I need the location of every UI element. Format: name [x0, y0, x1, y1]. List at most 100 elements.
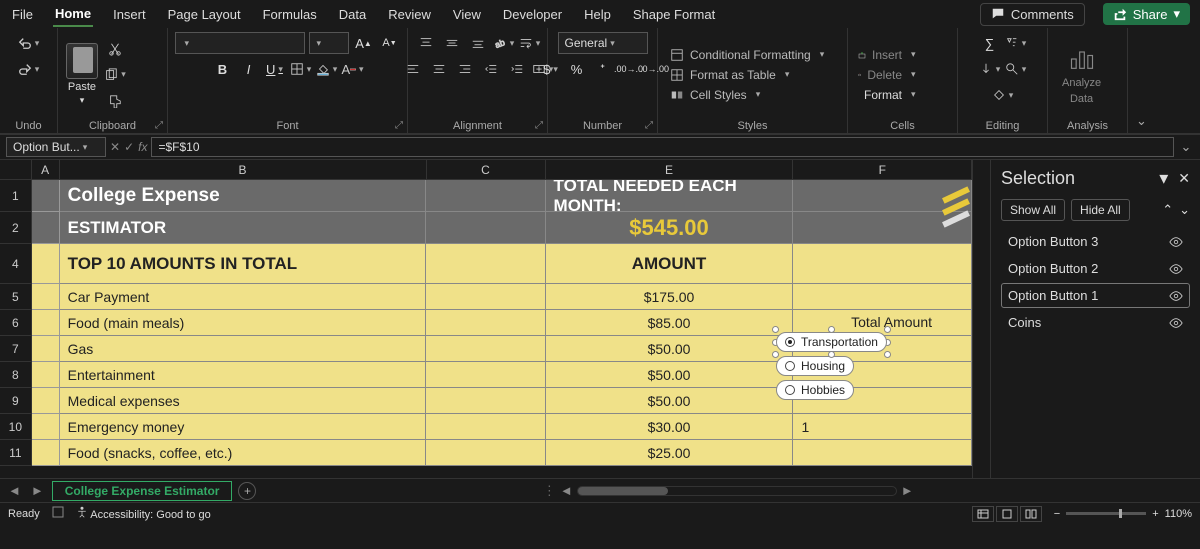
- borders-button[interactable]: [290, 58, 312, 80]
- comments-button[interactable]: Comments: [980, 3, 1085, 26]
- row-header[interactable]: 10: [0, 414, 32, 440]
- decrease-font-button[interactable]: A▼: [379, 32, 401, 54]
- selection-item[interactable]: Option Button 3: [1001, 229, 1190, 254]
- redo-button[interactable]: [18, 58, 40, 80]
- increase-decimal-button[interactable]: .00→.0: [618, 58, 640, 80]
- tab-developer[interactable]: Developer: [501, 3, 564, 26]
- cut-button[interactable]: [104, 38, 126, 60]
- clear-button[interactable]: [992, 84, 1014, 106]
- bring-forward-button[interactable]: ⌃: [1162, 202, 1173, 218]
- increase-indent-button[interactable]: [506, 58, 528, 80]
- col-header-c[interactable]: C: [427, 160, 546, 180]
- close-pane-button[interactable]: ✕: [1178, 170, 1190, 187]
- name-box[interactable]: Option But...: [6, 137, 106, 157]
- row-header[interactable]: 2: [0, 212, 32, 244]
- find-button[interactable]: [1005, 58, 1027, 80]
- selection-item[interactable]: Coins: [1001, 310, 1190, 335]
- zoom-out-button[interactable]: −: [1054, 508, 1060, 520]
- eye-icon[interactable]: [1169, 235, 1183, 249]
- zoom-slider[interactable]: [1066, 512, 1146, 515]
- fill-color-button[interactable]: [316, 58, 338, 80]
- conditional-formatting-button[interactable]: Conditional Formatting: [666, 46, 828, 64]
- underline-button[interactable]: U: [264, 58, 286, 80]
- percent-button[interactable]: %: [566, 58, 588, 80]
- format-cells-button[interactable]: Format: [856, 86, 918, 104]
- insert-cells-button[interactable]: Insert: [856, 46, 918, 64]
- accessibility-status[interactable]: Accessibility: Good to go: [76, 506, 211, 521]
- copy-button[interactable]: [104, 64, 126, 86]
- zoom-in-button[interactable]: +: [1152, 508, 1158, 520]
- align-right-button[interactable]: [454, 58, 476, 80]
- worksheet-grid[interactable]: A B C E F 1 College Expense TOTAL NEEDED…: [0, 160, 972, 478]
- show-all-button[interactable]: Show All: [1001, 199, 1065, 221]
- option-button-1[interactable]: Transportation: [776, 332, 887, 352]
- italic-button[interactable]: I: [238, 58, 260, 80]
- row-header[interactable]: 4: [0, 244, 32, 284]
- orientation-button[interactable]: ab: [493, 32, 515, 54]
- tab-review[interactable]: Review: [386, 3, 433, 26]
- send-backward-button[interactable]: ⌄: [1179, 202, 1190, 218]
- tab-help[interactable]: Help: [582, 3, 613, 26]
- number-format-box[interactable]: General: [558, 32, 648, 54]
- row-header[interactable]: 5: [0, 284, 32, 310]
- eye-icon[interactable]: [1169, 262, 1183, 276]
- next-sheet-button[interactable]: ►: [29, 483, 46, 498]
- comma-button[interactable]: ᐩ: [592, 58, 614, 80]
- share-button[interactable]: Share ▾: [1103, 3, 1190, 25]
- row-header[interactable]: 6: [0, 310, 32, 336]
- tab-data[interactable]: Data: [337, 3, 368, 26]
- eye-icon[interactable]: [1169, 316, 1183, 330]
- tab-home[interactable]: Home: [53, 2, 93, 27]
- select-all-corner[interactable]: [0, 160, 32, 180]
- row-header[interactable]: 8: [0, 362, 32, 388]
- cell-styles-button[interactable]: Cell Styles: [666, 86, 828, 104]
- pane-menu-button[interactable]: ▾: [1159, 168, 1168, 189]
- font-color-button[interactable]: A: [342, 58, 364, 80]
- prev-sheet-button[interactable]: ◄: [6, 483, 23, 498]
- row-header[interactable]: 9: [0, 388, 32, 414]
- decrease-indent-button[interactable]: [480, 58, 502, 80]
- expand-formula-bar-button[interactable]: ⌄: [1178, 139, 1194, 155]
- wrap-text-button[interactable]: [519, 32, 541, 54]
- paste-button[interactable]: Paste ▾: [66, 43, 98, 106]
- selection-item[interactable]: Option Button 2: [1001, 256, 1190, 281]
- tab-shape-format[interactable]: Shape Format: [631, 3, 717, 26]
- accounting-format-button[interactable]: $: [540, 58, 562, 80]
- row-header[interactable]: 11: [0, 440, 32, 466]
- eye-icon[interactable]: [1169, 289, 1183, 303]
- selection-item[interactable]: Option Button 1: [1001, 283, 1190, 308]
- formula-input[interactable]: =$F$10: [151, 137, 1174, 157]
- horizontal-scrollbar[interactable]: [577, 486, 897, 496]
- font-size-box[interactable]: [309, 32, 349, 54]
- page-break-view-button[interactable]: [1020, 506, 1042, 522]
- sort-filter-button[interactable]: [1005, 32, 1027, 54]
- font-name-box[interactable]: [175, 32, 305, 54]
- option-button-3[interactable]: Hobbies: [776, 380, 854, 400]
- hscroll-left[interactable]: ◄: [560, 483, 573, 498]
- tab-page-layout[interactable]: Page Layout: [166, 3, 243, 26]
- tab-view[interactable]: View: [451, 3, 483, 26]
- row-header[interactable]: 1: [0, 180, 32, 212]
- collapse-ribbon-button[interactable]: ⌄: [1128, 109, 1155, 133]
- align-center-button[interactable]: [428, 58, 450, 80]
- tab-insert[interactable]: Insert: [111, 3, 148, 26]
- fill-button[interactable]: [979, 58, 1001, 80]
- format-as-table-button[interactable]: Format as Table: [666, 66, 828, 84]
- add-sheet-button[interactable]: +: [238, 482, 256, 500]
- undo-button[interactable]: [18, 32, 40, 54]
- hscroll-right[interactable]: ►: [901, 483, 914, 498]
- zoom-level[interactable]: 110%: [1165, 508, 1192, 520]
- macro-record-icon[interactable]: [52, 506, 64, 521]
- fx-button[interactable]: fx: [138, 140, 147, 154]
- col-header-f[interactable]: F: [793, 160, 972, 180]
- tab-file[interactable]: File: [10, 3, 35, 26]
- col-header-b[interactable]: B: [60, 160, 427, 180]
- bold-button[interactable]: B: [212, 58, 234, 80]
- vertical-scrollbar[interactable]: [972, 160, 990, 478]
- normal-view-button[interactable]: [972, 506, 994, 522]
- sheet-tab[interactable]: College Expense Estimator: [52, 481, 233, 501]
- align-top-button[interactable]: [415, 32, 437, 54]
- align-left-button[interactable]: [402, 58, 424, 80]
- analyze-data-button[interactable]: AnalyzeData: [1056, 41, 1107, 109]
- autosum-button[interactable]: ∑: [979, 32, 1001, 54]
